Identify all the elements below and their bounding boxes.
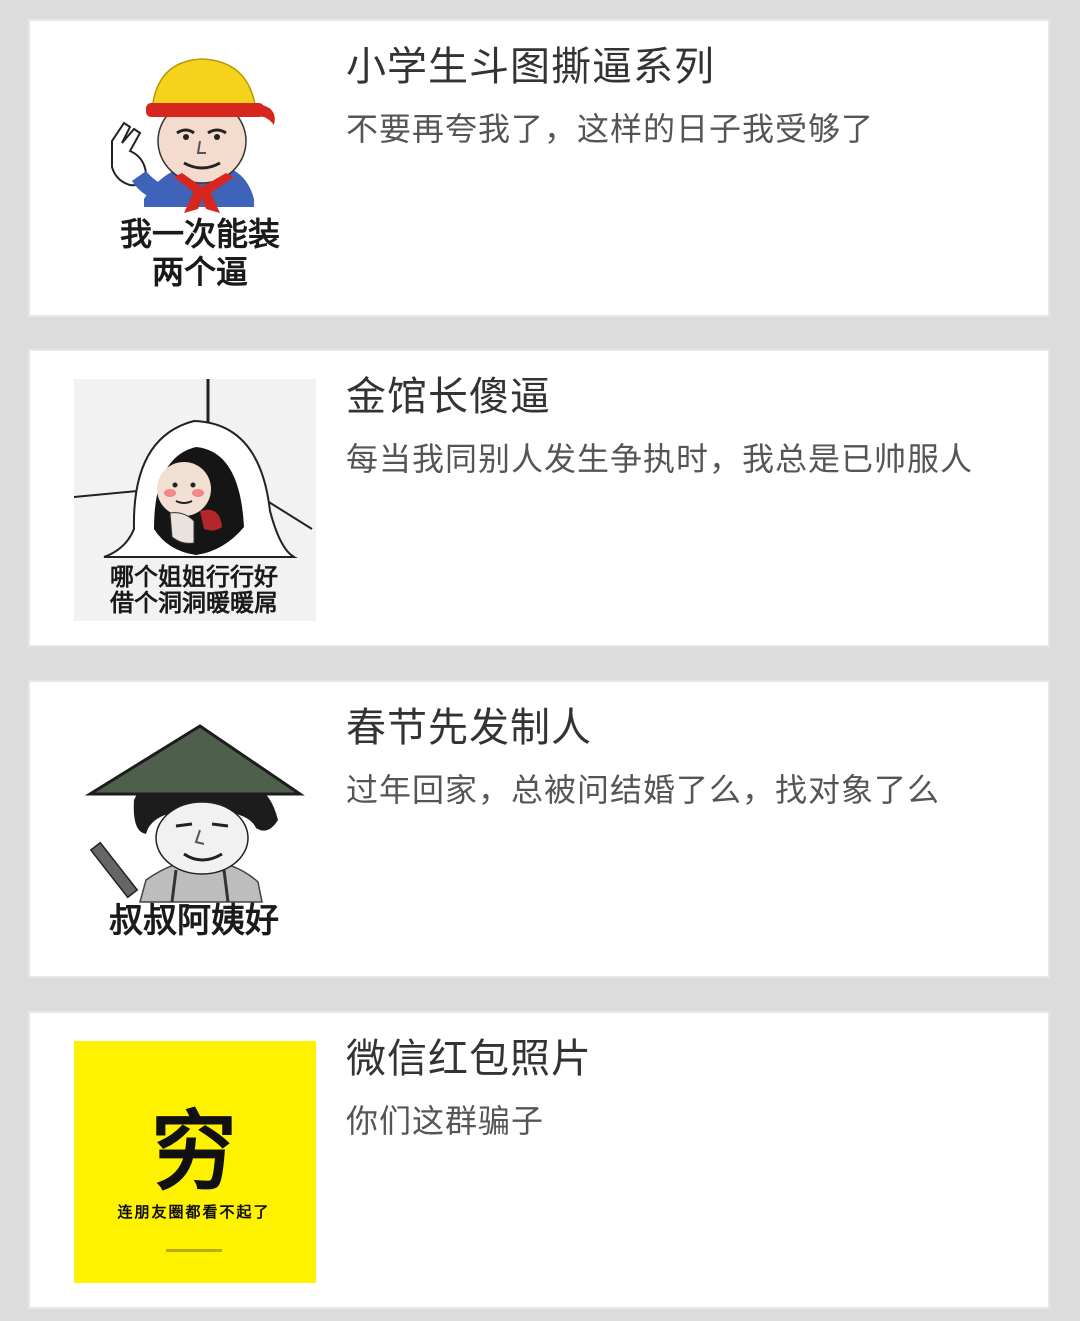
student-meme-image: 我一次能装 两个逼: [74, 49, 316, 291]
thumb-caption: 连朋友圈都看不起了: [117, 1203, 270, 1221]
list-item[interactable]: 哪个姐姐行行好 借个洞洞暖暖屌 金馆长傻逼 每当我同别人发生争执时，我总是已帅服…: [28, 349, 1050, 647]
list-item[interactable]: 穷 连朋友圈都看不起了 微信红包照片 你们这群骗子: [28, 1011, 1050, 1309]
meme-thumbnail-student: 我一次能装 两个逼: [74, 49, 316, 291]
item-description: 你们这群骗子: [346, 1102, 545, 1140]
item-description: 不要再夸我了，这样的日子我受够了: [346, 110, 875, 148]
meme-thumbnail-straw-hat: 叔叔阿姨好: [74, 710, 316, 952]
list-item[interactable]: 我一次能装 两个逼 小学生斗图撕逼系列 不要再夸我了，这样的日子我受够了: [28, 19, 1050, 317]
article-feed: 我一次能装 两个逼 小学生斗图撕逼系列 不要再夸我了，这样的日子我受够了 哪个姐…: [0, 0, 1080, 1321]
item-title[interactable]: 春节先发制人: [346, 702, 592, 754]
straw-hat-meme-image: 叔叔阿姨好: [74, 710, 316, 952]
item-description: 过年回家，总被问结婚了么，找对象了么: [346, 771, 941, 809]
item-title[interactable]: 金馆长傻逼: [346, 371, 551, 423]
thumb-caption: 借个洞洞暖暖屌: [109, 589, 278, 617]
meme-thumbnail-hooded: 哪个姐姐行行好 借个洞洞暖暖屌: [74, 379, 316, 621]
yellow-poor-meme-image: 穷 连朋友圈都看不起了: [74, 1041, 316, 1283]
faint-watermark-line: [166, 1249, 222, 1252]
thumb-big-char: 穷: [151, 1102, 237, 1202]
thumb-caption: 两个逼: [152, 253, 248, 291]
thumb-caption: 哪个姐姐行行好: [110, 563, 278, 591]
item-description: 每当我同别人发生争执时，我总是已帅服人: [346, 440, 974, 478]
thumb-caption: 我一次能装: [120, 215, 280, 253]
hooded-meme-image: 哪个姐姐行行好 借个洞洞暖暖屌: [74, 379, 316, 621]
item-title[interactable]: 小学生斗图撕逼系列: [346, 41, 715, 93]
meme-thumbnail-yellow: 穷 连朋友圈都看不起了: [74, 1041, 316, 1283]
thumb-caption: 叔叔阿姨好: [109, 901, 279, 941]
item-title[interactable]: 微信红包照片: [346, 1033, 592, 1085]
list-item[interactable]: 叔叔阿姨好 春节先发制人 过年回家，总被问结婚了么，找对象了么: [28, 680, 1050, 978]
